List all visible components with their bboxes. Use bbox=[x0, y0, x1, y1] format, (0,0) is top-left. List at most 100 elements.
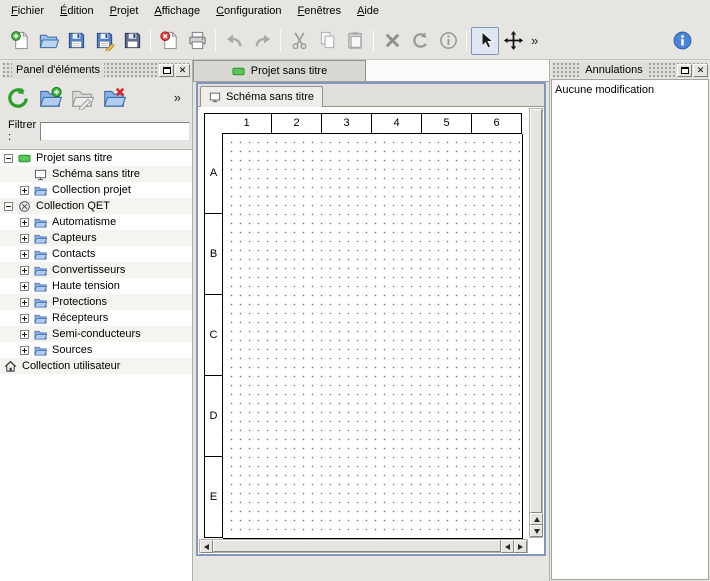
filter-row: Filtrer : bbox=[0, 116, 192, 149]
about-button[interactable] bbox=[668, 27, 696, 55]
minus-expander-icon[interactable] bbox=[4, 154, 13, 163]
up-arrow-icon bbox=[534, 517, 540, 522]
vscroll-thumb[interactable] bbox=[530, 109, 542, 513]
menu-item-fichier[interactable]: Fichier bbox=[3, 2, 52, 20]
tree-item-collection-qet[interactable]: Collection QET bbox=[0, 198, 192, 214]
toolbar-separator bbox=[280, 30, 281, 52]
menu-item-projet[interactable]: Projet bbox=[102, 2, 147, 20]
cut-button[interactable] bbox=[285, 27, 313, 55]
info-circle-gray-icon bbox=[438, 30, 459, 51]
ruler-corner bbox=[204, 113, 223, 134]
plus-expander-icon[interactable] bbox=[20, 218, 29, 227]
undo-arrow-icon bbox=[224, 30, 245, 51]
printer-icon bbox=[187, 30, 208, 51]
tree-item-convertisseurs[interactable]: Convertisseurs bbox=[0, 262, 192, 278]
new-category-button[interactable] bbox=[35, 83, 65, 113]
tree-item-contacts[interactable]: Contacts bbox=[0, 246, 192, 262]
tree-item-automatisme[interactable]: Automatisme bbox=[0, 214, 192, 230]
undo-panel-header[interactable]: Annulations ✕ bbox=[552, 62, 708, 78]
close-panel-button[interactable]: ✕ bbox=[175, 64, 190, 77]
toolbar-separator bbox=[466, 30, 467, 52]
plus-expander-icon[interactable] bbox=[20, 282, 29, 291]
tree-item-haute-tension[interactable]: Haute tension bbox=[0, 278, 192, 294]
filter-input[interactable] bbox=[40, 122, 190, 141]
hscroll-thumb[interactable] bbox=[213, 540, 501, 552]
diagram-canvas[interactable] bbox=[223, 134, 523, 539]
reload-collections-button[interactable] bbox=[3, 83, 33, 113]
toolbar-overflow-button[interactable]: » bbox=[527, 27, 542, 55]
menu-item-aide[interactable]: Aide bbox=[349, 2, 387, 20]
ruler-column-5: 5 bbox=[422, 113, 472, 134]
delete-category-button[interactable] bbox=[99, 83, 129, 113]
menu-item-fenetres[interactable]: Fenêtres bbox=[290, 2, 349, 20]
folder-pencil-icon bbox=[70, 86, 94, 110]
scroll-right-button[interactable] bbox=[514, 540, 527, 553]
scroll-left-button[interactable] bbox=[200, 540, 213, 553]
tree-item-label: Sources bbox=[52, 344, 92, 356]
plus-expander-icon[interactable] bbox=[20, 250, 29, 259]
application-window: FichierÉditionProjetAffichageConfigurati… bbox=[0, 0, 710, 581]
move-arrows-icon bbox=[503, 30, 524, 51]
menu-item-configuration[interactable]: Configuration bbox=[208, 2, 289, 20]
schema-tab[interactable]: Schéma sans titre bbox=[200, 86, 323, 107]
plus-expander-icon[interactable] bbox=[20, 346, 29, 355]
tree-item-collection-utilisateur[interactable]: Collection utilisateur bbox=[0, 358, 192, 374]
minus-expander-icon[interactable] bbox=[4, 202, 13, 211]
menu-item-edition[interactable]: Édition bbox=[52, 2, 102, 20]
tree-item-projet-sans-titre[interactable]: Projet sans titre bbox=[0, 150, 192, 166]
tree-item-collection-projet[interactable]: Collection projet bbox=[0, 182, 192, 198]
ruler-column-4: 4 bbox=[372, 113, 422, 134]
panel-overflow-button[interactable]: » bbox=[174, 90, 181, 105]
pan-mode-button[interactable] bbox=[499, 27, 527, 55]
floppy-pencil-icon bbox=[94, 30, 115, 51]
undo-button[interactable] bbox=[220, 27, 248, 55]
scroll-up-button[interactable] bbox=[530, 513, 543, 525]
open-file-button[interactable] bbox=[34, 27, 62, 55]
print-button[interactable] bbox=[183, 27, 211, 55]
save-as-button[interactable] bbox=[90, 27, 118, 55]
vertical-scrollbar[interactable] bbox=[529, 108, 543, 538]
redo-arrow-icon bbox=[252, 30, 273, 51]
rotate-button[interactable] bbox=[406, 27, 434, 55]
plus-expander-icon[interactable] bbox=[20, 266, 29, 275]
redo-button[interactable] bbox=[248, 27, 276, 55]
tree-item-recepteurs[interactable]: Récepteurs bbox=[0, 310, 192, 326]
project-tab[interactable]: Projet sans titre bbox=[193, 60, 366, 81]
elements-panel-header[interactable]: Panel d'éléments ✕ bbox=[2, 62, 190, 78]
tree-item-label: Collection utilisateur bbox=[22, 360, 120, 372]
tree-item-capteurs[interactable]: Capteurs bbox=[0, 230, 192, 246]
undock-panel-button[interactable] bbox=[677, 64, 692, 77]
delete-button[interactable] bbox=[378, 27, 406, 55]
plus-expander-icon[interactable] bbox=[20, 186, 29, 195]
close-panel-button[interactable]: ✕ bbox=[693, 64, 708, 77]
tree-item-sources[interactable]: Sources bbox=[0, 342, 192, 358]
select-mode-button[interactable] bbox=[471, 27, 499, 55]
ruler-row-B: B bbox=[204, 214, 223, 295]
horizontal-scrollbar[interactable] bbox=[199, 539, 528, 553]
tree-item-protections[interactable]: Protections bbox=[0, 294, 192, 310]
edit-category-button[interactable] bbox=[67, 83, 97, 113]
plus-expander-icon[interactable] bbox=[20, 330, 29, 339]
undo-list-item[interactable]: Aucune modification bbox=[555, 83, 705, 97]
undock-panel-button[interactable] bbox=[159, 64, 174, 77]
close-file-button[interactable] bbox=[155, 27, 183, 55]
save-all-button[interactable] bbox=[118, 27, 146, 55]
new-file-button[interactable] bbox=[6, 27, 34, 55]
tree-item-semi-conducteurs[interactable]: Semi-conducteurs bbox=[0, 326, 192, 342]
folder-icon bbox=[34, 312, 47, 325]
copy-button[interactable] bbox=[313, 27, 341, 55]
rotate-arrow-icon bbox=[410, 30, 431, 51]
paste-button[interactable] bbox=[341, 27, 369, 55]
scroll-down-button[interactable] bbox=[530, 525, 543, 537]
plus-expander-icon[interactable] bbox=[20, 314, 29, 323]
element-info-button[interactable] bbox=[434, 27, 462, 55]
menu-item-affichage[interactable]: Affichage bbox=[146, 2, 208, 20]
save-button[interactable] bbox=[62, 27, 90, 55]
scroll-left-button-end[interactable] bbox=[501, 540, 514, 553]
tree-item-schema-sans-titre[interactable]: Schéma sans titre bbox=[0, 166, 192, 182]
folder-icon bbox=[34, 232, 47, 245]
floppy-disk-icon bbox=[66, 30, 87, 51]
undo-history-list[interactable]: Aucune modification bbox=[551, 79, 709, 580]
plus-expander-icon[interactable] bbox=[20, 234, 29, 243]
plus-expander-icon[interactable] bbox=[20, 298, 29, 307]
